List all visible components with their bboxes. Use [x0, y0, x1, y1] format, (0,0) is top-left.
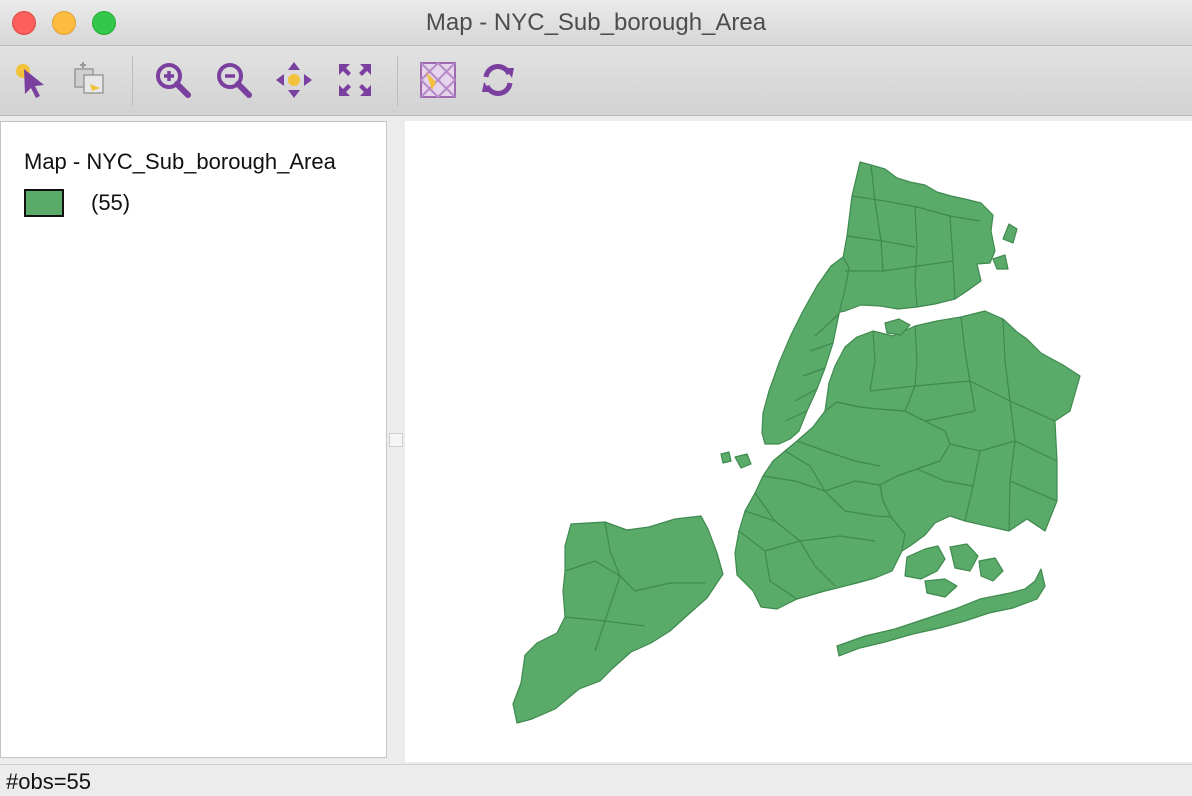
title-bar: Map - NYC_Sub_borough_Area	[0, 0, 1192, 46]
observation-count: #obs=55	[6, 769, 92, 794]
pan-button[interactable]	[274, 60, 314, 100]
toolbar	[0, 46, 1192, 116]
liberty-island	[720, 451, 732, 464]
toolbar-separator	[132, 56, 133, 106]
panel-splitter[interactable]	[387, 121, 405, 758]
toolbar-separator	[397, 56, 398, 106]
select-tool-button[interactable]	[12, 60, 52, 100]
small-island	[992, 254, 1009, 270]
selection-shape-icon	[74, 62, 104, 94]
zoom-out-button[interactable]	[214, 60, 254, 100]
refresh-button[interactable]	[478, 60, 518, 100]
splitter-handle[interactable]	[389, 433, 403, 447]
status-bar: #obs=55	[0, 764, 1192, 796]
pointer-icon	[16, 64, 44, 98]
governors-island	[734, 453, 752, 469]
legend-swatch[interactable]	[24, 189, 64, 217]
jamaica-bay-island	[924, 578, 958, 598]
refresh-icon	[482, 64, 514, 96]
map-svg	[512, 161, 1081, 724]
full-extent-button[interactable]	[335, 60, 375, 100]
basemap-button[interactable]	[418, 60, 458, 100]
zoom-out-icon	[217, 63, 252, 98]
zoom-in-button[interactable]	[153, 60, 193, 100]
borough-staten-island	[512, 515, 724, 724]
pan-arrows-icon	[276, 62, 312, 98]
map-canvas[interactable]	[405, 121, 1192, 762]
legend-category-count: (55)	[91, 190, 131, 215]
zoom-in-icon	[156, 63, 191, 98]
jamaica-bay-island	[978, 557, 1004, 582]
small-island	[1002, 223, 1018, 244]
selection-shape-button[interactable]	[70, 60, 110, 100]
basemap-icon	[420, 62, 456, 98]
jamaica-bay-island	[904, 545, 946, 580]
legend-title: Map - NYC_Sub_borough_Area	[24, 149, 336, 174]
borough-bronx	[830, 161, 996, 315]
legend-panel: Map - NYC_Sub_borough_Area (55)	[0, 121, 387, 758]
jamaica-bay-island	[949, 543, 979, 572]
window-title: Map - NYC_Sub_borough_Area	[425, 9, 767, 36]
full-extent-icon	[339, 64, 371, 96]
